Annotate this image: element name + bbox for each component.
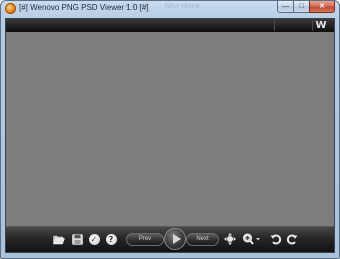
check-icon: ✓ (88, 233, 100, 245)
folder-open-icon (53, 235, 65, 244)
top-bar: W (6, 19, 334, 32)
zoom-button[interactable] (242, 233, 262, 245)
ghost-label: # Scroll (125, 3, 149, 10)
minimize-button[interactable]: — (277, 1, 293, 13)
bottom-toolbar: ✓ ? Prev Next (6, 226, 334, 252)
viewer-client-area: W ✓ ? Prev Next (5, 18, 335, 253)
ghost-label: New Home (165, 3, 200, 10)
brand-logo: W (315, 20, 327, 31)
save-button[interactable] (71, 233, 83, 245)
zoom-icon (243, 233, 260, 245)
close-button[interactable]: ✕ (309, 1, 335, 13)
rotate-left-button[interactable] (270, 233, 282, 245)
app-icon[interactable] (5, 3, 16, 14)
rotate-right-button[interactable] (286, 233, 298, 245)
app-window: [#] Wenovo PNG PSD Viewer 1.0 [#] # Scro… (0, 0, 340, 259)
rotate-left-icon (270, 234, 282, 245)
open-button[interactable] (53, 233, 65, 245)
help-icon: ? (105, 233, 117, 245)
move-icon (224, 233, 236, 245)
apply-button[interactable]: ✓ (88, 233, 100, 245)
save-icon (71, 233, 83, 245)
next-button[interactable]: Next (186, 233, 219, 246)
separator (312, 20, 313, 31)
title-bar[interactable]: [#] Wenovo PNG PSD Viewer 1.0 [#] # Scro… (1, 1, 339, 17)
move-button[interactable] (224, 233, 236, 245)
maximize-button[interactable]: □ (293, 1, 309, 13)
help-button[interactable]: ? (105, 233, 117, 245)
caption-buttons: — □ ✕ (277, 1, 335, 14)
rotate-right-icon (286, 234, 298, 245)
separator (274, 20, 275, 31)
play-button[interactable] (164, 228, 186, 250)
prev-button[interactable]: Prev (126, 233, 164, 246)
image-canvas[interactable] (6, 32, 334, 226)
